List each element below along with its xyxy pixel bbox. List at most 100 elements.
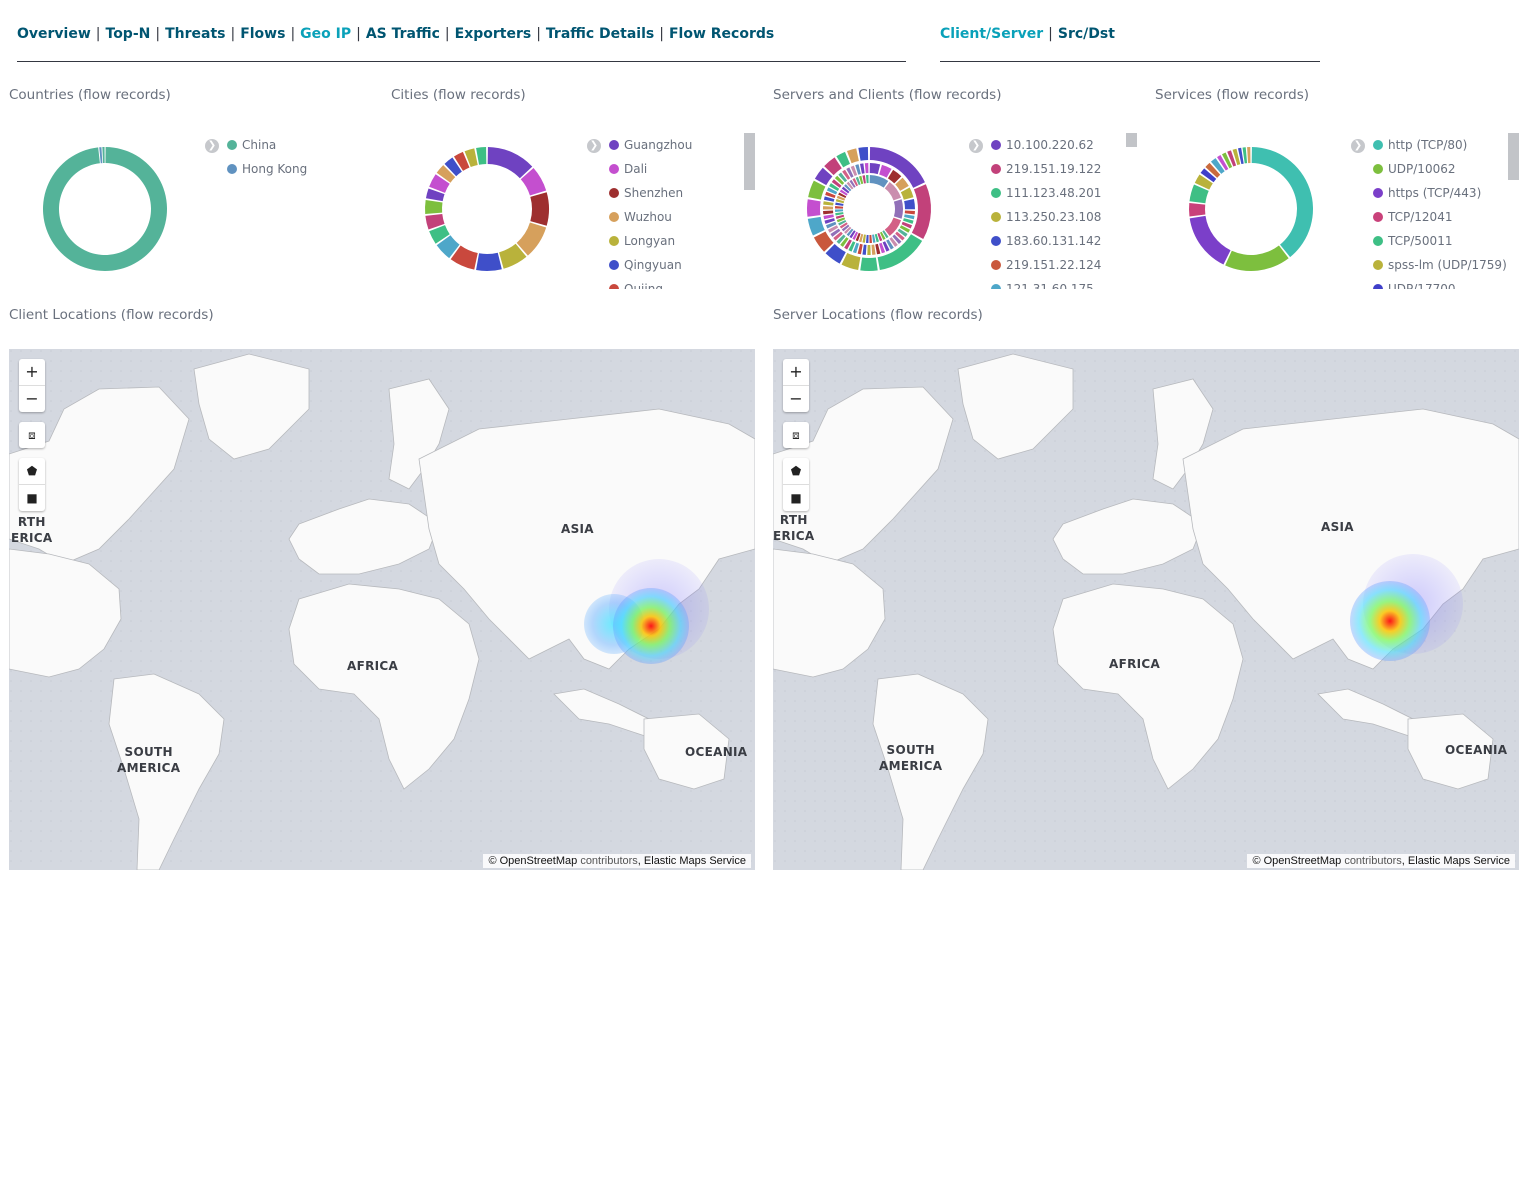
donut-slice[interactable] — [865, 175, 869, 184]
donut-slice[interactable] — [872, 234, 876, 243]
cities-legend-scrollbar[interactable] — [744, 133, 755, 190]
servers-legend-toggle-icon[interactable]: ❯ — [969, 139, 983, 153]
draw-rectangle-button[interactable]: ■ — [783, 484, 809, 511]
donut-slice[interactable] — [869, 234, 873, 243]
nav-link-client-server[interactable]: Client/Server — [940, 26, 1043, 42]
donut-slice[interactable] — [871, 244, 876, 255]
donut-slice[interactable] — [823, 214, 834, 220]
legend-item[interactable]: Wuzhou — [609, 205, 759, 229]
donut-slice[interactable] — [904, 198, 915, 210]
osm-link[interactable]: © OpenStreetMap — [1252, 855, 1344, 867]
nav-link-flows[interactable]: Flows — [240, 26, 285, 42]
legend-item[interactable]: http (TCP/80) — [1373, 133, 1523, 157]
donut-slice[interactable] — [860, 257, 878, 271]
osm-link[interactable]: © OpenStreetMap — [488, 855, 580, 867]
nav-link-traffic-details[interactable]: Traffic Details — [546, 26, 654, 42]
donut-slice[interactable] — [1189, 215, 1231, 265]
legend-item[interactable]: Hong Kong — [227, 157, 377, 181]
nav-link-as-traffic[interactable]: AS Traffic — [366, 26, 440, 42]
countries-legend-toggle-icon[interactable]: ❯ — [205, 139, 219, 153]
legend-item[interactable]: 10.100.220.62 — [991, 133, 1141, 157]
nav-link-src-dst[interactable]: Src/Dst — [1058, 26, 1115, 42]
legend-item[interactable]: 113.250.23.108 — [991, 205, 1141, 229]
donut-slice[interactable] — [530, 192, 549, 226]
nav-link-exporters[interactable]: Exporters — [455, 26, 532, 42]
legend-item[interactable]: Quijng — [609, 277, 759, 289]
contributors-link[interactable]: contributors — [1344, 855, 1401, 867]
draw-polygon-button[interactable]: ⬟ — [783, 458, 809, 484]
fit-bounds-button[interactable]: ⧈ — [783, 422, 809, 448]
legend-item[interactable]: spss-lm (UDP/1759) — [1373, 253, 1523, 277]
donut-slice[interactable] — [476, 147, 487, 165]
donut-slice[interactable] — [1251, 147, 1313, 258]
donut-slice[interactable] — [425, 200, 443, 215]
donut-slice[interactable] — [867, 244, 871, 255]
cities-legend-toggle-icon[interactable]: ❯ — [587, 139, 601, 153]
legend-item[interactable]: Longyan — [609, 229, 759, 253]
services-legend-toggle-icon[interactable]: ❯ — [1351, 139, 1365, 153]
legend-item[interactable]: 183.60.131.142 — [991, 229, 1141, 253]
servers-clients-donut-chart[interactable] — [799, 139, 939, 279]
legend-item[interactable]: UDP/17700 — [1373, 277, 1523, 289]
donut-slice[interactable] — [862, 234, 866, 243]
contributors-link[interactable]: contributors — [580, 855, 637, 867]
legend-item[interactable]: UDP/10062 — [1373, 157, 1523, 181]
zoom-out-button[interactable]: − — [783, 385, 809, 412]
legend-item[interactable]: https (TCP/443) — [1373, 181, 1523, 205]
legend-item[interactable]: China — [227, 133, 377, 157]
donut-slice[interactable] — [835, 212, 844, 216]
donut-slice[interactable] — [841, 252, 861, 271]
zoom-in-button[interactable]: + — [19, 359, 45, 385]
donut-slice[interactable] — [808, 180, 826, 200]
legend-item[interactable]: Dali — [609, 157, 759, 181]
donut-slice[interactable] — [476, 252, 502, 271]
donut-slice[interactable] — [862, 175, 866, 184]
legend-item[interactable]: Qingyuan — [609, 253, 759, 277]
legend-item[interactable]: 121.31.60.175 — [991, 277, 1141, 289]
fit-bounds-button[interactable]: ⧈ — [19, 422, 45, 448]
countries-donut-chart[interactable] — [35, 139, 175, 279]
donut-slice[interactable] — [865, 234, 869, 243]
donut-slice[interactable] — [893, 199, 903, 219]
legend-item[interactable]: 219.151.22.124 — [991, 253, 1141, 277]
donut-slice[interactable] — [835, 205, 844, 209]
zoom-out-button[interactable]: − — [19, 385, 45, 412]
donut-slice[interactable] — [864, 163, 869, 174]
client-locations-map[interactable]: RTH ERICA ASIA AFRICA SOUTH AMERICA OCEANIA +… — [9, 349, 755, 870]
donut-slice[interactable] — [1225, 245, 1289, 271]
donut-slice[interactable] — [862, 244, 867, 255]
nav-link-threats[interactable]: Threats — [165, 26, 225, 42]
donut-slice[interactable] — [904, 214, 915, 220]
zoom-in-button[interactable]: + — [783, 359, 809, 385]
donut-slice[interactable] — [858, 147, 869, 161]
donut-slice[interactable] — [42, 147, 167, 271]
services-donut-chart[interactable] — [1181, 139, 1321, 279]
donut-slice[interactable] — [1247, 147, 1251, 164]
nav-link-overview[interactable]: Overview — [17, 26, 91, 42]
legend-item[interactable]: TCP/12041 — [1373, 205, 1523, 229]
donut-slice[interactable] — [904, 210, 915, 215]
legend-item[interactable]: Guangzhou — [609, 133, 759, 157]
donut-slice[interactable] — [487, 147, 533, 179]
legend-item[interactable]: 219.151.19.122 — [991, 157, 1141, 181]
donut-slice[interactable] — [835, 202, 844, 206]
cities-donut-chart[interactable] — [417, 139, 557, 279]
draw-rectangle-button[interactable]: ■ — [19, 484, 45, 511]
donut-slice[interactable] — [1189, 203, 1206, 217]
donut-slice[interactable] — [835, 209, 844, 213]
server-locations-map[interactable]: RTH ERICA ASIA AFRICA SOUTH AMERICA OCEANIA +… — [773, 349, 1519, 870]
ems-link[interactable]: , Elastic Maps Service — [638, 855, 746, 867]
donut-slice[interactable] — [102, 147, 105, 164]
donut-slice[interactable] — [807, 216, 825, 236]
donut-slice[interactable] — [859, 163, 865, 174]
nav-link-geo-ip[interactable]: Geo IP — [300, 26, 351, 42]
legend-item[interactable]: TCP/50011 — [1373, 229, 1523, 253]
nav-link-top-n[interactable]: Top-N — [106, 26, 151, 42]
services-legend-scrollbar[interactable] — [1508, 133, 1519, 180]
donut-slice[interactable] — [823, 206, 834, 210]
draw-polygon-button[interactable]: ⬟ — [19, 458, 45, 484]
donut-slice[interactable] — [807, 199, 821, 217]
ems-link[interactable]: , Elastic Maps Service — [1402, 855, 1510, 867]
servers-legend-scrollbar[interactable] — [1126, 133, 1137, 147]
legend-item[interactable]: 111.123.48.201 — [991, 181, 1141, 205]
